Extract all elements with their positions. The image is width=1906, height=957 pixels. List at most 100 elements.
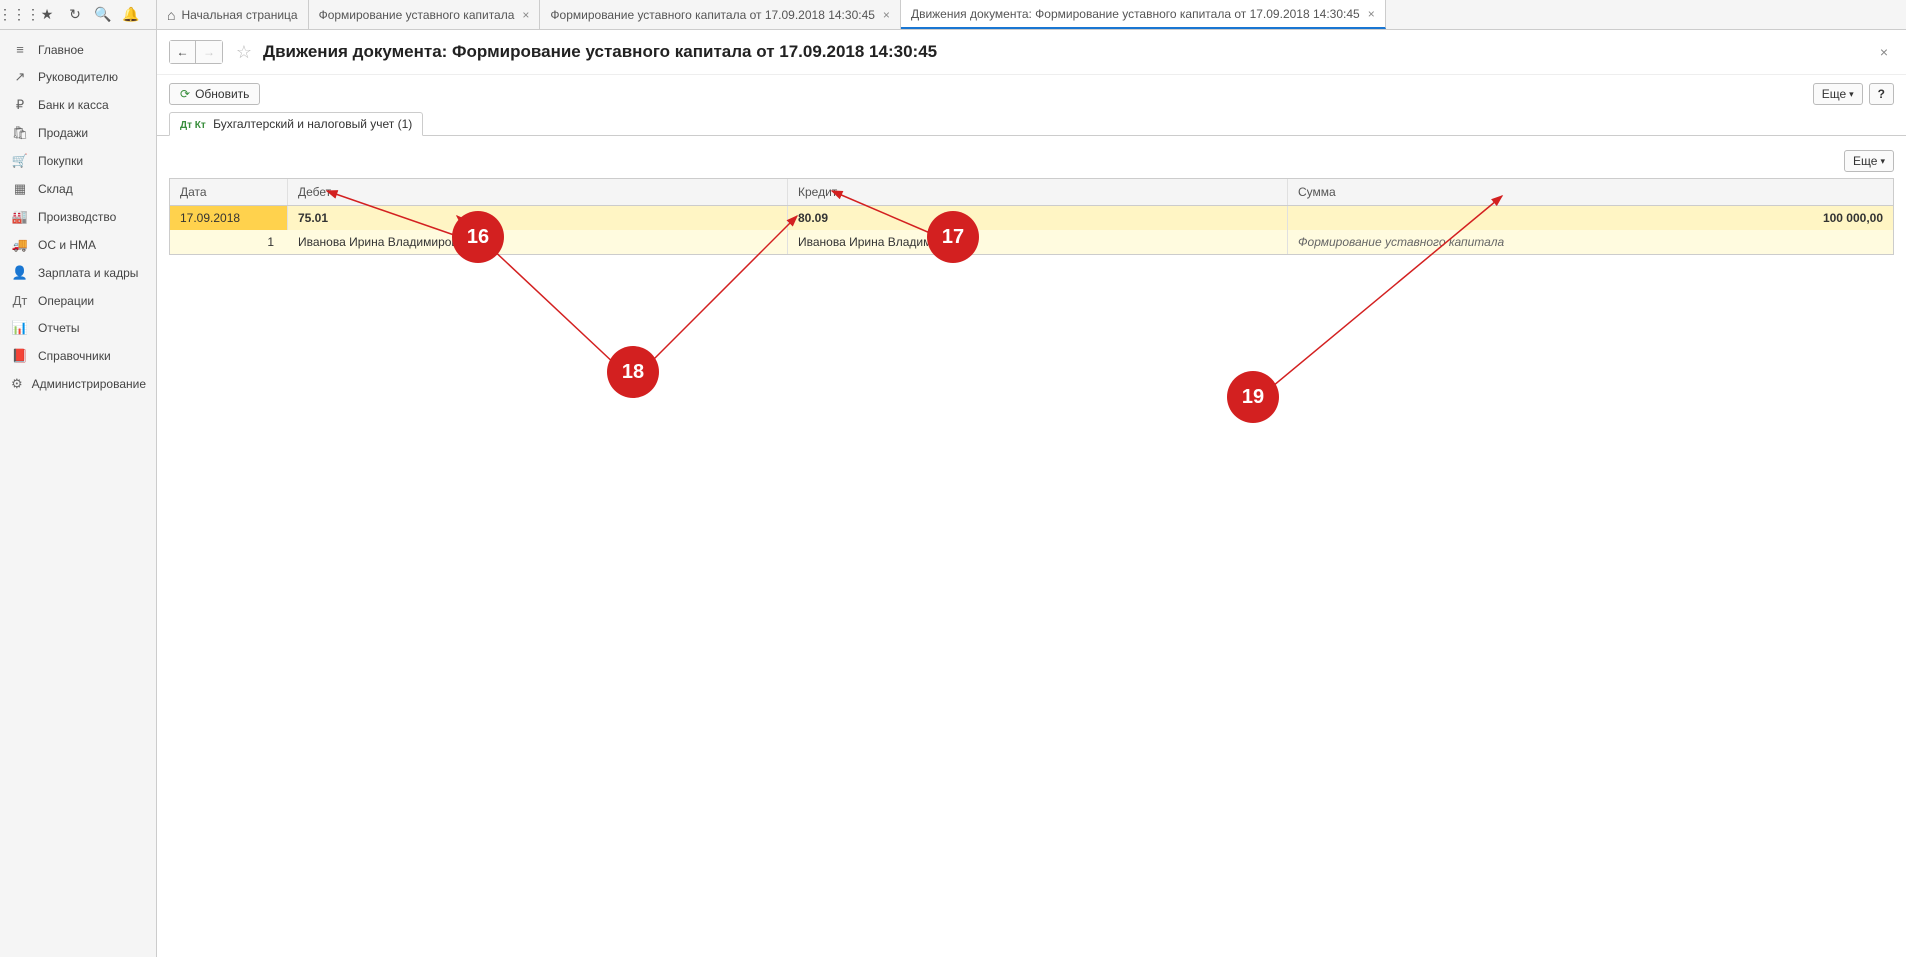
- more-label: Еще: [1822, 87, 1846, 101]
- sidebar-label: Склад: [38, 182, 73, 196]
- annotation-18: 18: [607, 346, 659, 398]
- cell-debit-account: 75.01: [288, 206, 788, 230]
- truck-icon: 🚚: [10, 237, 30, 253]
- system-icons: ⋮⋮⋮ ★ ↻ 🔍 🔔: [0, 0, 157, 29]
- header-date[interactable]: Дата: [170, 179, 288, 205]
- apps-icon[interactable]: ⋮⋮⋮: [6, 2, 32, 28]
- sidebar-item-warehouse[interactable]: ▦ Склад: [0, 175, 156, 203]
- sidebar-item-purchases[interactable]: 🛒 Покупки: [0, 147, 156, 175]
- bell-icon[interactable]: 🔔: [118, 2, 144, 28]
- table-wrap: Еще Дата Дебет Кредит Сумма 17.09.2018 7…: [157, 136, 1906, 957]
- tab-doc1[interactable]: Формирование уставного капитала ×: [309, 0, 541, 29]
- accounting-icon: Дт Кт: [180, 120, 206, 131]
- trend-icon: ↗: [10, 69, 30, 85]
- tab-doc1-label: Формирование уставного капитала: [319, 8, 515, 22]
- table-more-button[interactable]: Еще: [1844, 150, 1894, 172]
- more-label: Еще: [1853, 154, 1877, 168]
- sidebar-label: Покупки: [38, 154, 83, 168]
- table-row[interactable]: 17.09.2018 75.01 80.09 100 000,00: [170, 206, 1893, 230]
- accounting-tab-label: Бухгалтерский и налоговый учет (1): [213, 117, 412, 131]
- data-table: Дата Дебет Кредит Сумма 17.09.2018 75.01…: [169, 178, 1894, 255]
- close-icon[interactable]: ×: [883, 8, 890, 22]
- cell-sum: 100 000,00: [1288, 206, 1893, 230]
- menu-icon: ≡: [10, 42, 30, 57]
- tab-doc2-label: Формирование уставного капитала от 17.09…: [550, 8, 875, 22]
- sidebar-label: Главное: [38, 43, 84, 57]
- cell-date: 17.09.2018: [170, 206, 288, 230]
- top-toolbar: ⋮⋮⋮ ★ ↻ 🔍 🔔 Начальная страница Формирова…: [0, 0, 1906, 30]
- close-icon[interactable]: ×: [1368, 7, 1375, 21]
- more-button[interactable]: Еще: [1813, 83, 1863, 105]
- header-sum[interactable]: Сумма: [1288, 179, 1893, 205]
- sidebar-label: Банк и касса: [38, 98, 109, 112]
- refresh-icon: ⟳: [180, 87, 190, 101]
- sidebar-label: Продажи: [38, 126, 88, 140]
- accounting-tab[interactable]: Дт Кт Бухгалтерский и налоговый учет (1): [169, 112, 423, 136]
- bag-icon: 🛍: [10, 125, 30, 141]
- sidebar-label: Операции: [38, 294, 94, 308]
- sidebar-item-production[interactable]: 🏭 Производство: [0, 203, 156, 231]
- annotation-16: 16: [452, 211, 504, 263]
- refresh-label: Обновить: [195, 87, 249, 101]
- tab-doc3[interactable]: Движения документа: Формирование уставно…: [901, 0, 1386, 29]
- page-title: Движения документа: Формирование уставно…: [263, 42, 937, 62]
- cell-credit-account: 80.09: [788, 206, 1288, 230]
- close-button[interactable]: ×: [1874, 44, 1894, 60]
- header-debit[interactable]: Дебет: [288, 179, 788, 205]
- annotation-19: 19: [1227, 371, 1279, 423]
- content-area: ← → ☆ Движения документа: Формирование у…: [157, 30, 1906, 957]
- cell-rownum: 1: [170, 230, 288, 254]
- table-header: Дата Дебет Кредит Сумма: [170, 179, 1893, 206]
- cell-credit-subject: Иванова Ирина Владимировна: [788, 230, 1288, 254]
- cart-icon: 🛒: [10, 153, 30, 169]
- sidebar-label: Зарплата и кадры: [38, 266, 138, 280]
- tab-doc3-label: Движения документа: Формирование уставно…: [911, 7, 1360, 21]
- history-icon[interactable]: ↻: [62, 2, 88, 28]
- ruble-icon: ₽: [10, 97, 30, 113]
- sidebar-item-sales[interactable]: 🛍 Продажи: [0, 119, 156, 147]
- star-icon[interactable]: ★: [34, 2, 60, 28]
- annotation-arrows: [157, 136, 1906, 957]
- gear-icon: ⚙: [10, 376, 24, 392]
- tab-home[interactable]: Начальная страница: [157, 0, 309, 29]
- sidebar-label: Отчеты: [38, 321, 79, 335]
- tab-doc2[interactable]: Формирование уставного капитала от 17.09…: [540, 0, 901, 29]
- debit-credit-icon: Дт: [10, 293, 30, 308]
- sidebar-item-admin[interactable]: ⚙ Администрирование: [0, 370, 156, 398]
- forward-button[interactable]: →: [196, 41, 222, 63]
- sidebar-label: ОС и НМА: [38, 238, 96, 252]
- sidebar-item-main[interactable]: ≡ Главное: [0, 36, 156, 63]
- cell-debit-subject: Иванова Ирина Владимировна: [288, 230, 788, 254]
- cell-note: Формирование уставного капитала: [1288, 230, 1893, 254]
- refresh-button[interactable]: ⟳ Обновить: [169, 83, 260, 105]
- nav-buttons: ← →: [169, 40, 223, 64]
- tab-home-label: Начальная страница: [181, 8, 297, 22]
- back-button[interactable]: ←: [170, 41, 196, 63]
- sidebar-item-operations[interactable]: Дт Операции: [0, 287, 156, 314]
- sidebar-item-salary[interactable]: 👤 Зарплата и кадры: [0, 259, 156, 287]
- sidebar-label: Справочники: [38, 349, 111, 363]
- tabs-bar: Начальная страница Формирование уставног…: [157, 0, 1386, 29]
- favorite-button[interactable]: ☆: [233, 41, 255, 63]
- sidebar-item-bank[interactable]: ₽ Банк и касса: [0, 91, 156, 119]
- sidebar-label: Производство: [38, 210, 116, 224]
- sidebar-item-refs[interactable]: 📕 Справочники: [0, 342, 156, 370]
- book-icon: 📕: [10, 348, 30, 364]
- factory-icon: 🏭: [10, 209, 30, 225]
- sidebar-label: Администрирование: [32, 377, 146, 391]
- section-tabs: Дт Кт Бухгалтерский и налоговый учет (1): [157, 111, 1906, 136]
- sidebar-item-assets[interactable]: 🚚 ОС и НМА: [0, 231, 156, 259]
- sidebar-item-reports[interactable]: 📊 Отчеты: [0, 314, 156, 342]
- help-button[interactable]: ?: [1869, 83, 1894, 105]
- chart-icon: 📊: [10, 320, 30, 336]
- boxes-icon: ▦: [10, 181, 30, 197]
- sidebar-item-manager[interactable]: ↗ Руководителю: [0, 63, 156, 91]
- sidebar-label: Руководителю: [38, 70, 118, 84]
- table-row[interactable]: 1 Иванова Ирина Владимировна Иванова Ири…: [170, 230, 1893, 254]
- header-credit[interactable]: Кредит: [788, 179, 1288, 205]
- search-icon[interactable]: 🔍: [90, 2, 116, 28]
- person-icon: 👤: [10, 265, 30, 281]
- action-bar: ⟳ Обновить Еще ?: [157, 75, 1906, 113]
- close-icon[interactable]: ×: [522, 8, 529, 22]
- sidebar: ≡ Главное ↗ Руководителю ₽ Банк и касса 🛍 Пр…: [0, 30, 157, 957]
